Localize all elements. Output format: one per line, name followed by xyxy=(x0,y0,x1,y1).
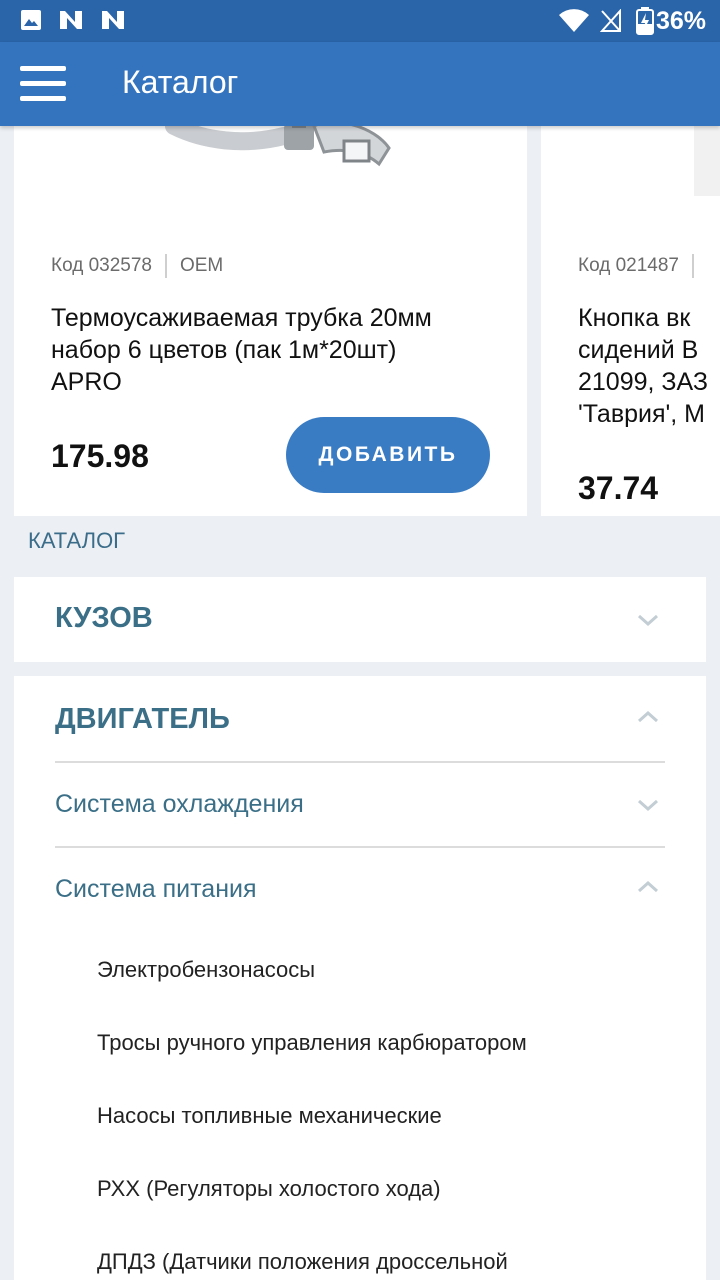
divider xyxy=(55,846,665,848)
add-to-cart-button[interactable]: ДОБАВИТЬ xyxy=(286,417,490,493)
subcategory-fuel-system[interactable]: Система питания xyxy=(55,875,257,904)
subcategory-cooling[interactable]: Система охлаждения xyxy=(55,790,304,819)
app-bar: Каталог xyxy=(0,42,720,126)
product-image xyxy=(694,126,720,196)
list-item[interactable]: Электробензонасосы xyxy=(97,957,315,983)
category-title[interactable]: ДВИГАТЕЛЬ xyxy=(55,703,230,736)
section-label: КАТАЛОГ xyxy=(28,528,126,553)
product-code: Код 032578 xyxy=(51,255,152,277)
divider xyxy=(691,254,694,278)
category-dvigatel: ДВИГАТЕЛЬ Система охлаждения Система пит… xyxy=(14,676,706,1280)
product-price: 37.74 xyxy=(578,470,659,506)
chevron-up-icon[interactable] xyxy=(636,705,660,729)
product-card[interactable]: Код 021487 Кнопка вк сидений В 21099, ЗА… xyxy=(541,126,720,516)
list-item[interactable]: ДПДЗ (Датчики положения дроссельной xyxy=(97,1249,508,1275)
wifi-icon xyxy=(559,9,589,32)
image-notification-icon xyxy=(21,10,41,30)
divider xyxy=(55,761,665,763)
chevron-down-icon[interactable] xyxy=(636,793,660,817)
product-name: Термоусаживаемая трубка 20мм набор 6 цве… xyxy=(51,304,432,396)
chevron-up-icon[interactable] xyxy=(636,875,660,899)
list-item[interactable]: Насосы топливные механические xyxy=(97,1103,442,1129)
page-title: Каталог xyxy=(122,64,239,100)
list-item[interactable]: Тросы ручного управления карбюратором xyxy=(97,1030,527,1056)
battery-percentage: 36% xyxy=(655,7,706,35)
battery-charging-icon xyxy=(636,7,654,35)
no-signal-icon xyxy=(600,9,621,32)
divider xyxy=(164,254,167,278)
category-title: КУЗОВ xyxy=(55,602,153,634)
product-code: Код 021487 xyxy=(578,255,679,277)
product-price: 175.98 xyxy=(51,438,149,474)
product-brand: OEM xyxy=(179,255,224,277)
product-card[interactable]: Код 032578 OEM Термоусаживаемая трубка 20… xyxy=(14,126,527,516)
category-kuzov[interactable]: КУЗОВ xyxy=(14,577,706,662)
hamburger-icon xyxy=(20,66,66,71)
list-item[interactable]: РХХ (Регуляторы холостого хода) xyxy=(97,1176,441,1202)
product-name: Кнопка вк сидений В 21099, ЗАЗ 'Таврия',… xyxy=(578,304,709,428)
n-notification-icon xyxy=(102,11,124,29)
chevron-down-icon xyxy=(638,614,658,627)
status-bar: 36% xyxy=(0,0,720,42)
n-notification-icon xyxy=(60,11,82,29)
menu-button[interactable] xyxy=(20,66,66,102)
product-image xyxy=(165,126,391,167)
